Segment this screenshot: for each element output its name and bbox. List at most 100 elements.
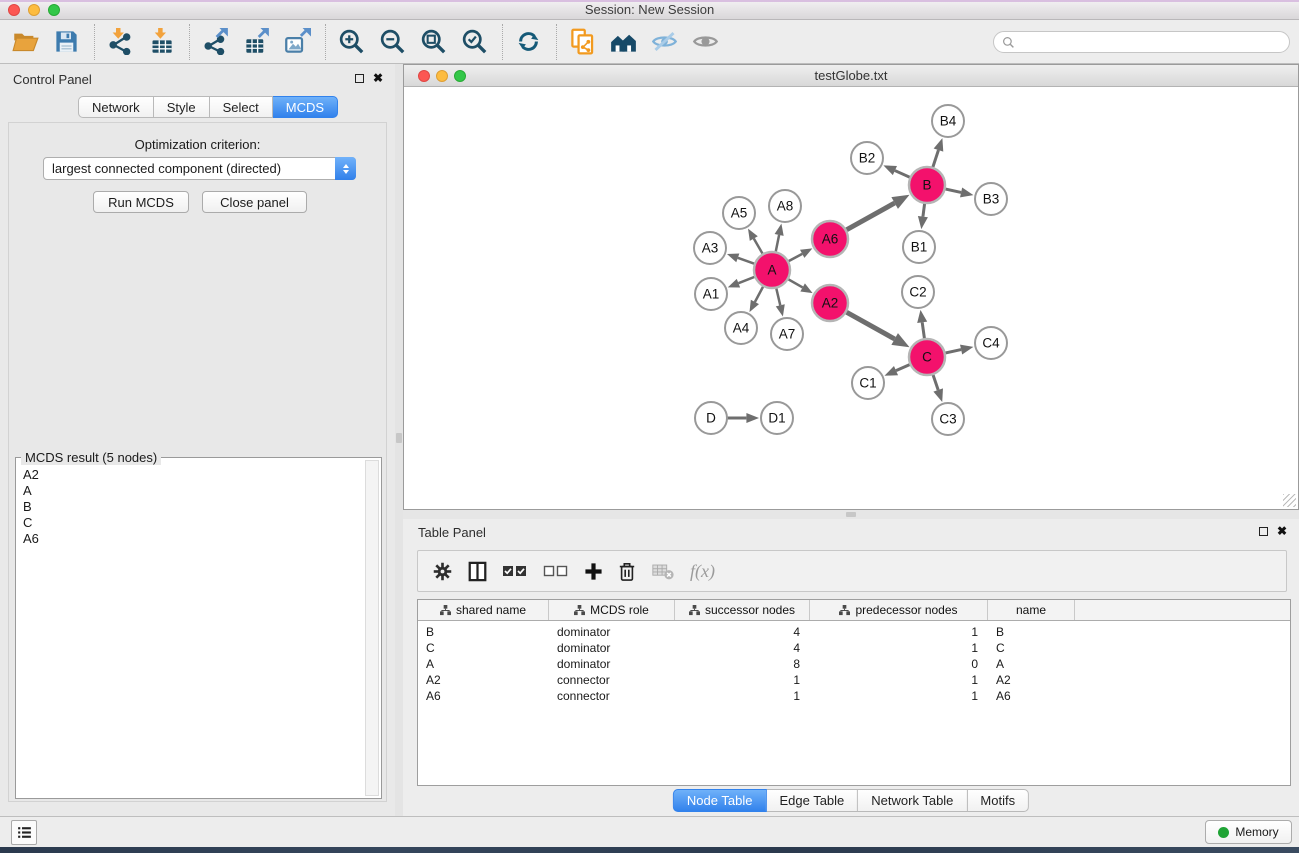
table-cell[interactable]: A: [418, 656, 549, 672]
table-row[interactable]: A2connector11A2: [418, 672, 1290, 688]
column-header-successor-nodes[interactable]: successor nodes: [675, 600, 810, 620]
close-panel-icon[interactable]: ✖: [1277, 526, 1287, 536]
horizontal-splitter[interactable]: [403, 510, 1299, 519]
delete-column-icon[interactable]: [618, 556, 636, 586]
network-window-titlebar[interactable]: testGlobe.txt: [404, 65, 1298, 87]
mcds-result-item[interactable]: C: [23, 515, 364, 531]
table-cell[interactable]: connector: [549, 688, 675, 704]
table-cell[interactable]: 8: [675, 656, 810, 672]
table-cell[interactable]: dominator: [549, 640, 675, 656]
export-image-icon[interactable]: [280, 25, 314, 59]
mcds-result-scrollbar[interactable]: [365, 460, 379, 796]
column-visibility-icon[interactable]: [468, 556, 487, 586]
graph-node-A5[interactable]: A5: [723, 197, 755, 229]
graph-node-A8[interactable]: A8: [769, 190, 801, 222]
mcds-result-item[interactable]: B: [23, 499, 364, 515]
table-row[interactable]: Cdominator41C: [418, 640, 1290, 656]
resize-grip-icon[interactable]: [1283, 494, 1296, 507]
zoom-fit-icon[interactable]: [416, 25, 450, 59]
table-cell[interactable]: A6: [418, 688, 549, 704]
graph-node-B1[interactable]: B1: [903, 231, 935, 263]
graph-node-A2[interactable]: A2: [812, 285, 848, 321]
select-all-icon[interactable]: [502, 556, 528, 586]
table-cell[interactable]: B: [988, 624, 1075, 640]
close-window-icon[interactable]: [8, 4, 20, 16]
table-cell[interactable]: A6: [988, 688, 1075, 704]
delete-table-icon[interactable]: [651, 556, 675, 586]
table-cell[interactable]: C: [988, 640, 1075, 656]
float-panel-icon[interactable]: [1259, 527, 1268, 536]
close-network-window-icon[interactable]: [418, 70, 430, 82]
column-header-shared-name[interactable]: shared name: [418, 600, 549, 620]
refresh-icon[interactable]: [511, 25, 545, 59]
graph-node-B[interactable]: B: [909, 167, 945, 203]
graph-node-A6[interactable]: A6: [812, 221, 848, 257]
graph-node-C[interactable]: C: [909, 339, 945, 375]
column-header-name[interactable]: name: [988, 600, 1075, 620]
table-cell[interactable]: dominator: [549, 624, 675, 640]
table-cell[interactable]: C: [418, 640, 549, 656]
hide-selected-icon[interactable]: [647, 25, 681, 59]
column-header-predecessor-nodes[interactable]: predecessor nodes: [810, 600, 988, 620]
close-panel-icon[interactable]: ✖: [373, 73, 383, 83]
minimize-window-icon[interactable]: [28, 4, 40, 16]
graph-node-B4[interactable]: B4: [932, 105, 964, 137]
zoom-window-icon[interactable]: [48, 4, 60, 16]
splitter-handle[interactable]: [846, 512, 856, 517]
function-builder-icon[interactable]: f(x): [690, 556, 715, 586]
first-neighbors-icon[interactable]: [606, 25, 640, 59]
graph-node-C2[interactable]: C2: [902, 276, 934, 308]
export-network-icon[interactable]: [198, 25, 232, 59]
minimize-network-window-icon[interactable]: [436, 70, 448, 82]
graph-node-A3[interactable]: A3: [694, 232, 726, 264]
tab-motifs[interactable]: Motifs: [967, 789, 1029, 812]
tab-network[interactable]: Network: [78, 96, 154, 118]
optimization-criterion-select[interactable]: largest connected component (directed): [43, 157, 356, 180]
graph-node-C1[interactable]: C1: [852, 367, 884, 399]
zoom-network-window-icon[interactable]: [454, 70, 466, 82]
graph-node-B2[interactable]: B2: [851, 142, 883, 174]
table-cell[interactable]: B: [418, 624, 549, 640]
table-cell[interactable]: 1: [675, 688, 810, 704]
memory-button[interactable]: Memory: [1205, 820, 1292, 844]
network-canvas[interactable]: AA6A2BCA5A8A3A1A4A7B4B2B3B1C2C4C1C3DD1: [404, 87, 1298, 509]
table-cell[interactable]: 1: [810, 688, 988, 704]
table-cell[interactable]: A2: [418, 672, 549, 688]
table-row[interactable]: Bdominator41B: [418, 624, 1290, 640]
task-history-button[interactable]: [11, 820, 37, 845]
graph-node-A7[interactable]: A7: [771, 318, 803, 350]
table-cell[interactable]: dominator: [549, 656, 675, 672]
show-all-icon[interactable]: [688, 25, 722, 59]
tab-edge-table[interactable]: Edge Table: [766, 789, 858, 812]
tab-style[interactable]: Style: [154, 96, 210, 118]
tab-network-table[interactable]: Network Table: [858, 789, 967, 812]
graph-node-C4[interactable]: C4: [975, 327, 1007, 359]
table-cell[interactable]: 1: [675, 672, 810, 688]
zoom-out-icon[interactable]: [375, 25, 409, 59]
tab-mcds[interactable]: MCDS: [273, 96, 338, 118]
graph-node-D1[interactable]: D1: [761, 402, 793, 434]
table-row[interactable]: A6connector11A6: [418, 688, 1290, 704]
save-session-icon[interactable]: [49, 25, 83, 59]
table-cell[interactable]: 1: [810, 640, 988, 656]
table-cell[interactable]: 1: [810, 672, 988, 688]
tab-node-table[interactable]: Node Table: [673, 789, 767, 812]
vertical-splitter[interactable]: [395, 64, 403, 816]
table-cell[interactable]: connector: [549, 672, 675, 688]
close-panel-button[interactable]: Close panel: [202, 191, 307, 213]
graph-node-A[interactable]: A: [754, 252, 790, 288]
graph-node-C3[interactable]: C3: [932, 403, 964, 435]
import-network-icon[interactable]: [103, 25, 137, 59]
zoom-in-icon[interactable]: [334, 25, 368, 59]
mcds-result-item[interactable]: A6: [23, 531, 364, 547]
mcds-result-item[interactable]: A2: [23, 467, 364, 483]
graph-node-B3[interactable]: B3: [975, 183, 1007, 215]
splitter-handle[interactable]: [396, 433, 402, 443]
table-cell[interactable]: A: [988, 656, 1075, 672]
graph-node-A4[interactable]: A4: [725, 312, 757, 344]
add-column-icon[interactable]: [584, 556, 603, 586]
mcds-result-item[interactable]: A: [23, 483, 364, 499]
open-session-icon[interactable]: [8, 25, 42, 59]
table-cell[interactable]: 4: [675, 640, 810, 656]
graph-node-A1[interactable]: A1: [695, 278, 727, 310]
